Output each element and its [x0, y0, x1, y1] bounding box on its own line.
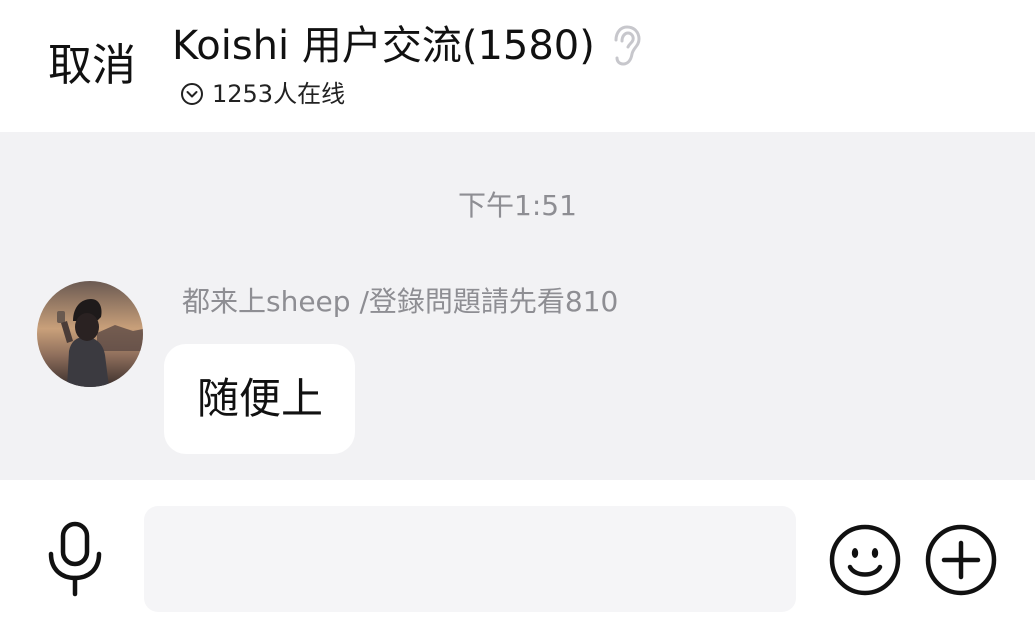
ear-icon[interactable] — [609, 24, 643, 68]
title-row: Koishi 用户交流(1580) — [172, 20, 643, 72]
message-text: 随便上 — [197, 374, 324, 423]
message-timestamp: 下午1:51 — [458, 189, 577, 222]
online-count: 1253人在线 — [212, 80, 346, 108]
microphone-icon[interactable] — [44, 520, 106, 600]
avatar[interactable] — [37, 281, 143, 387]
message-bubble[interactable]: 随便上 — [164, 344, 355, 454]
chat-header: 取消 Koishi 用户交流(1580) 1253人在线 — [0, 0, 1035, 132]
message-input[interactable] — [144, 506, 796, 612]
group-title[interactable]: Koishi 用户交流(1580) — [172, 20, 595, 72]
cancel-button[interactable]: 取消 — [48, 40, 136, 92]
chat-area[interactable]: 下午1:51 都来上sheep /登錄問題請先看810 随便上 — [0, 132, 1035, 480]
smiley-icon[interactable] — [828, 523, 902, 597]
chevron-down-circle-icon — [180, 82, 204, 106]
input-bar — [0, 480, 1035, 639]
message-sender-name: 都来上sheep /登錄問題請先看810 — [182, 285, 619, 318]
plus-circle-icon[interactable] — [924, 523, 998, 597]
online-status[interactable]: 1253人在线 — [180, 78, 345, 110]
